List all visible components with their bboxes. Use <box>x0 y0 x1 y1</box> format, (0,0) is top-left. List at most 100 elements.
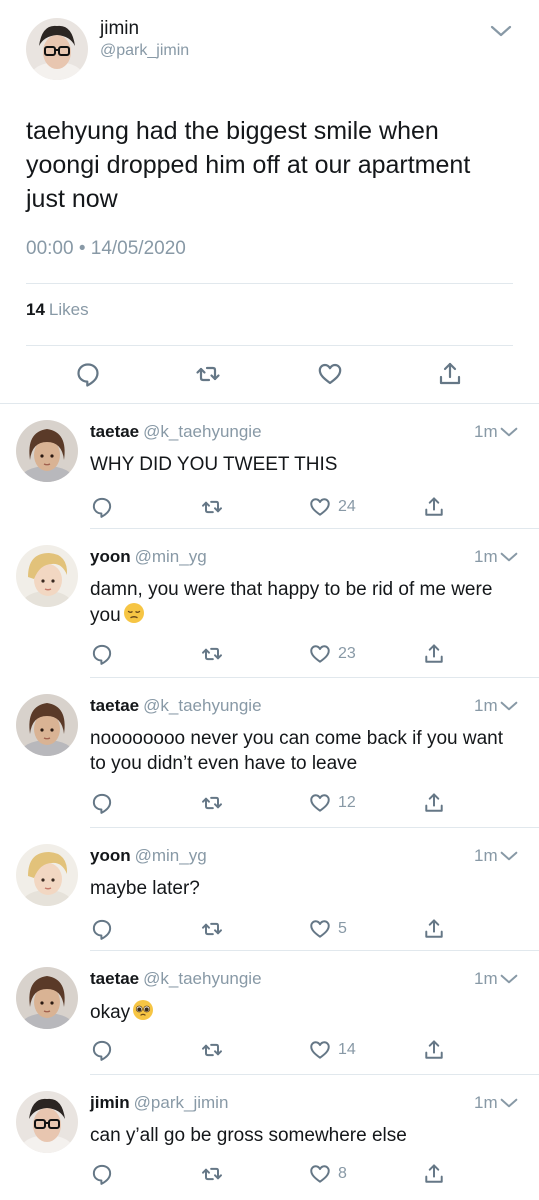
share-icon[interactable] <box>436 360 464 388</box>
retweet-icon[interactable] <box>200 916 224 942</box>
avatar[interactable] <box>26 18 88 80</box>
divider <box>26 345 513 346</box>
reply-icon[interactable] <box>90 916 114 942</box>
retweet-icon[interactable] <box>200 1161 224 1187</box>
share-icon[interactable] <box>422 1161 446 1187</box>
reply-tweet[interactable]: taetae @k_taehyungie 1m WHY DID YOU TWEET T… <box>0 404 539 529</box>
reply-header: jimin @park_jimin <box>90 1093 228 1113</box>
like-button[interactable]: 12 <box>308 790 356 816</box>
like-count: 23 <box>338 645 356 662</box>
like-count: 24 <box>338 498 356 515</box>
chevron-down-icon[interactable] <box>500 1097 518 1109</box>
reply-header: yoon @min_yg <box>90 846 207 866</box>
chevron-down-icon[interactable] <box>500 551 518 563</box>
reply-text-container: maybe later? <box>90 876 515 901</box>
author-handle[interactable]: @k_taehyungie <box>143 969 261 988</box>
author-handle[interactable]: @min_yg <box>135 547 207 566</box>
reply-time: 1m <box>474 846 498 865</box>
avatar[interactable] <box>16 967 78 1029</box>
tweet-time: 00:00 <box>26 238 74 259</box>
reply-time: 1m <box>474 696 498 715</box>
reply-text: WHY DID YOU TWEET THIS <box>90 454 338 475</box>
reply-actions: 12 <box>90 790 510 816</box>
share-icon[interactable] <box>422 494 446 520</box>
reply-tweet[interactable]: taetae @k_taehyungie 1m noooooooo never you… <box>0 678 539 828</box>
divider <box>26 283 513 284</box>
reply-icon[interactable] <box>74 360 102 388</box>
reply-time: 1m <box>474 547 498 566</box>
chevron-down-icon[interactable] <box>490 24 512 38</box>
likes-summary[interactable]: 14 Likes <box>26 300 89 320</box>
reply-time: 1m <box>474 969 498 988</box>
reply-actions: 14 <box>90 1037 510 1063</box>
reply-tweet[interactable]: yoon @min_yg 1m damn, you were that happy t… <box>0 529 539 678</box>
author-handle[interactable]: @k_taehyungie <box>143 696 261 715</box>
likes-count: 14 <box>26 300 45 319</box>
author-handle[interactable]: @min_yg <box>135 846 207 865</box>
author-name[interactable]: taetae <box>90 422 139 441</box>
like-button[interactable]: 24 <box>308 494 356 520</box>
heart-icon <box>308 917 332 941</box>
chevron-down-icon[interactable] <box>500 700 518 712</box>
chevron-down-icon[interactable] <box>500 426 518 438</box>
reply-tweet[interactable]: yoon @min_yg 1m maybe later? 5 <box>0 828 539 951</box>
retweet-icon[interactable] <box>200 494 224 520</box>
author-handle[interactable]: @k_taehyungie <box>143 422 261 441</box>
reply-icon[interactable] <box>90 641 114 667</box>
reply-text: okay <box>90 1002 131 1023</box>
reply-text: damn, you were that happy to be rid of m… <box>90 579 493 626</box>
like-button[interactable]: 14 <box>308 1037 356 1063</box>
reply-text-container: damn, you were that happy to be rid of m… <box>90 577 515 628</box>
reply-header: yoon @min_yg <box>90 547 207 567</box>
retweet-icon[interactable] <box>200 790 224 816</box>
share-icon[interactable] <box>422 641 446 667</box>
author-name[interactable]: yoon <box>90 547 131 566</box>
share-icon[interactable] <box>422 1037 446 1063</box>
heart-icon <box>308 1038 332 1062</box>
like-count: 8 <box>338 1165 347 1182</box>
reply-icon[interactable] <box>90 1161 114 1187</box>
avatar[interactable] <box>16 545 78 607</box>
pensive-face-emoji-icon <box>121 603 145 626</box>
reply-header: taetae @k_taehyungie <box>90 422 262 442</box>
retweet-icon[interactable] <box>200 1037 224 1063</box>
like-button[interactable]: 8 <box>308 1161 347 1187</box>
heart-icon[interactable] <box>316 360 344 388</box>
author-name[interactable]: jimin <box>90 1093 130 1112</box>
heart-icon <box>308 1162 332 1186</box>
retweet-icon[interactable] <box>200 641 224 667</box>
reply-tweet[interactable]: jimin @park_jimin 1m can y’all go be gross … <box>0 1075 539 1200</box>
like-count: 5 <box>338 920 347 937</box>
chevron-down-icon[interactable] <box>500 973 518 985</box>
avatar[interactable] <box>16 420 78 482</box>
reply-actions: 5 <box>90 916 510 942</box>
author-name[interactable]: taetae <box>90 969 139 988</box>
reply-icon[interactable] <box>90 790 114 816</box>
author-name[interactable]: taetae <box>90 696 139 715</box>
reply-actions: 23 <box>90 641 510 667</box>
retweet-icon[interactable] <box>194 360 222 388</box>
author-name[interactable]: yoon <box>90 846 131 865</box>
reply-icon[interactable] <box>90 494 114 520</box>
reply-text-container: WHY DID YOU TWEET THIS <box>90 452 515 477</box>
author-name[interactable]: jimin <box>100 18 139 40</box>
author-handle[interactable]: @park_jimin <box>134 1093 229 1112</box>
reply-text-container: noooooooo never you can come back if you… <box>90 726 515 776</box>
share-icon[interactable] <box>422 790 446 816</box>
chevron-down-icon[interactable] <box>500 850 518 862</box>
avatar[interactable] <box>16 1091 78 1153</box>
reply-time: 1m <box>474 422 498 441</box>
tweet-date: 14/05/2020 <box>90 238 186 259</box>
like-count: 14 <box>338 1041 356 1058</box>
heart-icon <box>308 495 332 519</box>
share-icon[interactable] <box>422 916 446 942</box>
reply-tweet[interactable]: taetae @k_taehyungie 1m okay 14 <box>0 951 539 1075</box>
avatar[interactable] <box>16 844 78 906</box>
avatar[interactable] <box>16 694 78 756</box>
like-button[interactable]: 5 <box>308 916 347 942</box>
reply-text: noooooooo never you can come back if you… <box>90 728 503 774</box>
reply-icon[interactable] <box>90 1037 114 1063</box>
tweet-timestamp: 00:00 • 14/05/2020 <box>26 238 186 260</box>
author-handle[interactable]: @park_jimin <box>100 42 189 60</box>
like-button[interactable]: 23 <box>308 641 356 667</box>
